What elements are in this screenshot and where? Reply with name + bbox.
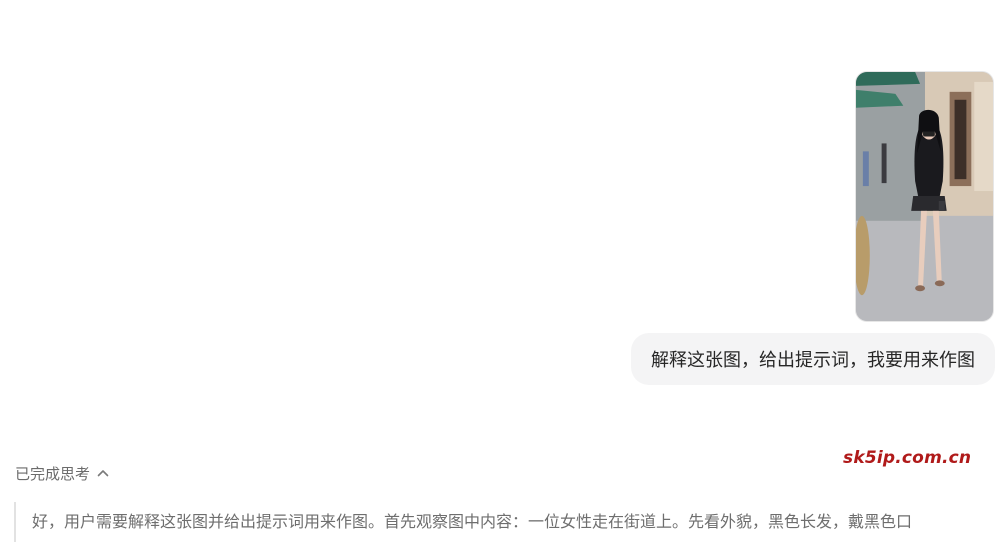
reasoning-text: 好，用户需要解释这张图并给出提示词用来作图。首先观察图中内容：一位女性走在街道上… [32, 512, 913, 531]
attached-image-thumbnail[interactable] [855, 71, 994, 322]
user-message-text: 解释这张图，给出提示词，我要用来作图 [651, 350, 975, 371]
watermark-text: sk5ip.com.cn [843, 448, 972, 468]
street-photo-illustration [856, 72, 993, 321]
thinking-toggle[interactable]: 已完成思考 [15, 461, 110, 485]
chat-area: 解释这张图，给出提示词，我要用来作图 已完成思考 sk5ip.com.cn 好，… [0, 0, 1007, 542]
chevron-up-icon [97, 470, 109, 477]
reasoning-block: 好，用户需要解释这张图并给出提示词用来作图。首先观察图中内容：一位女性走在街道上… [14, 502, 1007, 542]
user-message-bubble: 解释这张图，给出提示词，我要用来作图 [631, 333, 995, 385]
thinking-toggle-label: 已完成思考 [15, 464, 91, 483]
